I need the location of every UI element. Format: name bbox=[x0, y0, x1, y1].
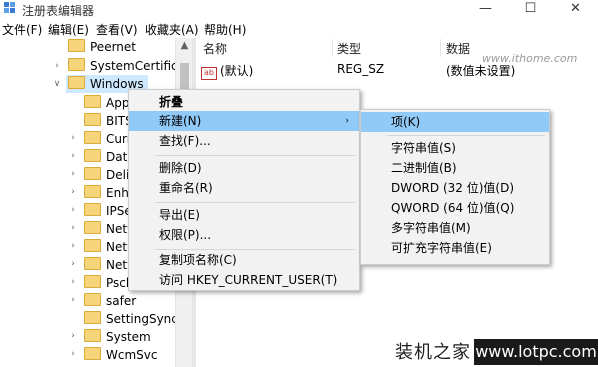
folder-icon bbox=[84, 293, 101, 306]
menu-edit[interactable]: 编辑(E) bbox=[48, 21, 89, 38]
folder-icon bbox=[84, 167, 101, 180]
menu-item-qword-value[interactable]: QWORD (64 位)值(Q) bbox=[361, 198, 549, 218]
tree-item[interactable]: Peernet bbox=[68, 38, 136, 56]
chevron-right-icon[interactable]: › bbox=[68, 205, 78, 215]
folder-icon bbox=[84, 113, 101, 126]
menu-item-multi-string-value[interactable]: 多字符串值(M) bbox=[361, 218, 549, 238]
watermark-url: www.lotpc.com bbox=[474, 339, 598, 365]
menu-item-collapse[interactable]: 折叠 bbox=[129, 92, 359, 112]
column-header-name[interactable]: 名称 bbox=[203, 40, 227, 57]
column-divider[interactable] bbox=[440, 39, 441, 57]
close-button[interactable]: ✕ bbox=[553, 0, 598, 18]
new-submenu: 项(K) 字符串值(S) 二进制值(B) DWORD (32 位)值(D) QW… bbox=[360, 109, 550, 265]
value-data: (数值未设置) bbox=[446, 64, 516, 78]
chevron-down-icon[interactable]: ∨ bbox=[52, 79, 62, 89]
folder-icon bbox=[68, 39, 85, 52]
scroll-up-arrow-icon[interactable]: ▲ bbox=[176, 40, 193, 51]
column-divider[interactable] bbox=[332, 39, 333, 57]
value-type: REG_SZ bbox=[337, 62, 385, 76]
menu-item-permissions[interactable]: 权限(P)... bbox=[129, 225, 359, 245]
chevron-right-icon[interactable]: › bbox=[68, 349, 78, 359]
menu-separator bbox=[387, 135, 545, 136]
tree-item[interactable]: SystemCertificate bbox=[68, 57, 190, 75]
menu-favorites[interactable]: 收藏夹(A) bbox=[145, 21, 199, 38]
tree-item[interactable]: System bbox=[84, 328, 151, 346]
maximize-button[interactable]: ☐ bbox=[508, 0, 553, 18]
menu-item-binary-value[interactable]: 二进制值(B) bbox=[361, 158, 549, 178]
minimize-button[interactable]: — bbox=[463, 0, 508, 18]
folder-icon bbox=[68, 58, 85, 71]
value-name: ab (默认) bbox=[201, 62, 253, 80]
folder-icon bbox=[84, 347, 101, 360]
column-header-type[interactable]: 类型 bbox=[337, 40, 361, 57]
folder-icon bbox=[68, 76, 85, 89]
tree-item[interactable]: BITS bbox=[84, 112, 133, 130]
chevron-right-icon[interactable]: › bbox=[68, 295, 78, 305]
menu-separator bbox=[155, 202, 355, 203]
menu-item-copy-key-name[interactable]: 复制项名称(C) bbox=[129, 250, 359, 270]
tree-item[interactable]: WcmSvc bbox=[84, 346, 157, 364]
menu-item-delete[interactable]: 删除(D) bbox=[129, 158, 359, 178]
chevron-right-icon[interactable]: › bbox=[68, 133, 78, 143]
folder-icon bbox=[84, 275, 101, 288]
menu-item-goto-hkcu[interactable]: 访问 HKEY_CURRENT_USER(T) bbox=[129, 270, 359, 290]
folder-icon bbox=[84, 203, 101, 216]
folder-icon bbox=[84, 149, 101, 162]
tree-item[interactable]: Psch bbox=[84, 274, 133, 292]
chevron-right-icon[interactable]: › bbox=[68, 241, 78, 251]
menu-item-string-value[interactable]: 字符串值(S) bbox=[361, 138, 549, 158]
chevron-right-icon[interactable]: › bbox=[68, 223, 78, 233]
chevron-right-icon[interactable]: › bbox=[68, 259, 78, 269]
submenu-arrow-icon: › bbox=[345, 116, 349, 126]
folder-icon bbox=[84, 329, 101, 342]
regedit-app-icon bbox=[4, 2, 15, 13]
chevron-right-icon[interactable]: › bbox=[68, 169, 78, 179]
menu-view[interactable]: 查看(V) bbox=[96, 21, 138, 38]
menu-file[interactable]: 文件(F) bbox=[2, 21, 42, 38]
folder-icon bbox=[84, 185, 101, 198]
context-menu: 折叠 新建(N) › 查找(F)... 删除(D) 重命名(R) 导出(E) 权限… bbox=[128, 89, 360, 291]
column-header-data[interactable]: 数据 bbox=[446, 40, 470, 57]
chevron-right-icon[interactable]: › bbox=[68, 151, 78, 161]
string-value-icon: ab bbox=[201, 67, 217, 80]
tree-item[interactable]: IPSe bbox=[84, 202, 132, 220]
menu-item-new[interactable]: 新建(N) › bbox=[129, 111, 359, 131]
folder-icon bbox=[84, 239, 101, 252]
folder-icon bbox=[84, 95, 101, 108]
folder-icon bbox=[84, 221, 101, 234]
chevron-right-icon[interactable]: › bbox=[52, 61, 62, 71]
watermark-lotpc: 装机之家 www.lotpc.com bbox=[395, 336, 598, 367]
window-title: 注册表编辑器 bbox=[22, 4, 95, 18]
menu-help[interactable]: 帮助(H) bbox=[204, 21, 246, 38]
menu-item-expandable-string-value[interactable]: 可扩充字符串值(E) bbox=[361, 238, 549, 258]
tree-item[interactable]: safer bbox=[84, 292, 136, 310]
folder-icon bbox=[84, 311, 101, 324]
folder-icon bbox=[84, 257, 101, 270]
tree-item[interactable]: SettingSync bbox=[84, 310, 178, 328]
menu-item-export[interactable]: 导出(E) bbox=[129, 205, 359, 225]
menu-item-rename[interactable]: 重命名(R) bbox=[129, 178, 359, 198]
menu-separator bbox=[155, 155, 355, 156]
menu-item-find[interactable]: 查找(F)... bbox=[129, 131, 359, 151]
chevron-right-icon[interactable]: › bbox=[68, 277, 78, 287]
menu-bar: 文件(F) 编辑(E) 查看(V) 收藏夹(A) 帮助(H) bbox=[0, 19, 598, 38]
chevron-right-icon[interactable]: › bbox=[68, 187, 78, 197]
folder-icon bbox=[84, 131, 101, 144]
menu-item-new-key[interactable]: 项(K) bbox=[361, 112, 549, 132]
chevron-right-icon[interactable]: › bbox=[68, 331, 78, 341]
title-bar: 注册表编辑器 — ☐ ✕ bbox=[0, 0, 598, 18]
watermark-cn-text: 装机之家 bbox=[395, 342, 471, 363]
menu-item-dword-value[interactable]: DWORD (32 位)值(D) bbox=[361, 178, 549, 198]
